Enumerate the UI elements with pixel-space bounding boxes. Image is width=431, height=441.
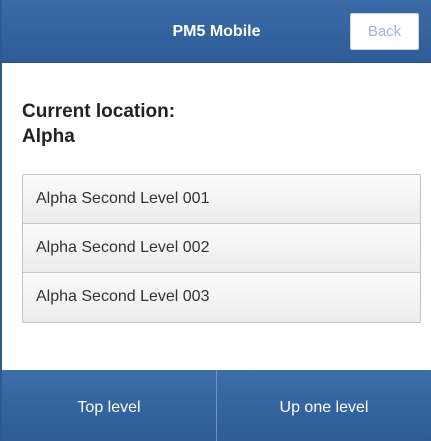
app-screen: PM5 Mobile Back Current location: Alpha … xyxy=(0,0,431,441)
footer-bar: Top level Up one level xyxy=(2,370,431,441)
header-bar: PM5 Mobile Back xyxy=(2,0,431,63)
list-item[interactable]: Alpha Second Level 002 xyxy=(23,224,420,273)
level-list: Alpha Second Level 001 Alpha Second Leve… xyxy=(22,174,421,323)
list-item[interactable]: Alpha Second Level 003 xyxy=(23,273,420,322)
top-level-button[interactable]: Top level xyxy=(2,370,216,441)
list-item[interactable]: Alpha Second Level 001 xyxy=(23,175,420,224)
current-location: Current location: Alpha xyxy=(22,99,175,149)
current-location-label: Current location: xyxy=(22,101,176,122)
back-button[interactable]: Back xyxy=(350,13,419,50)
current-location-name: Alpha xyxy=(22,126,75,147)
up-one-level-button[interactable]: Up one level xyxy=(216,370,431,441)
